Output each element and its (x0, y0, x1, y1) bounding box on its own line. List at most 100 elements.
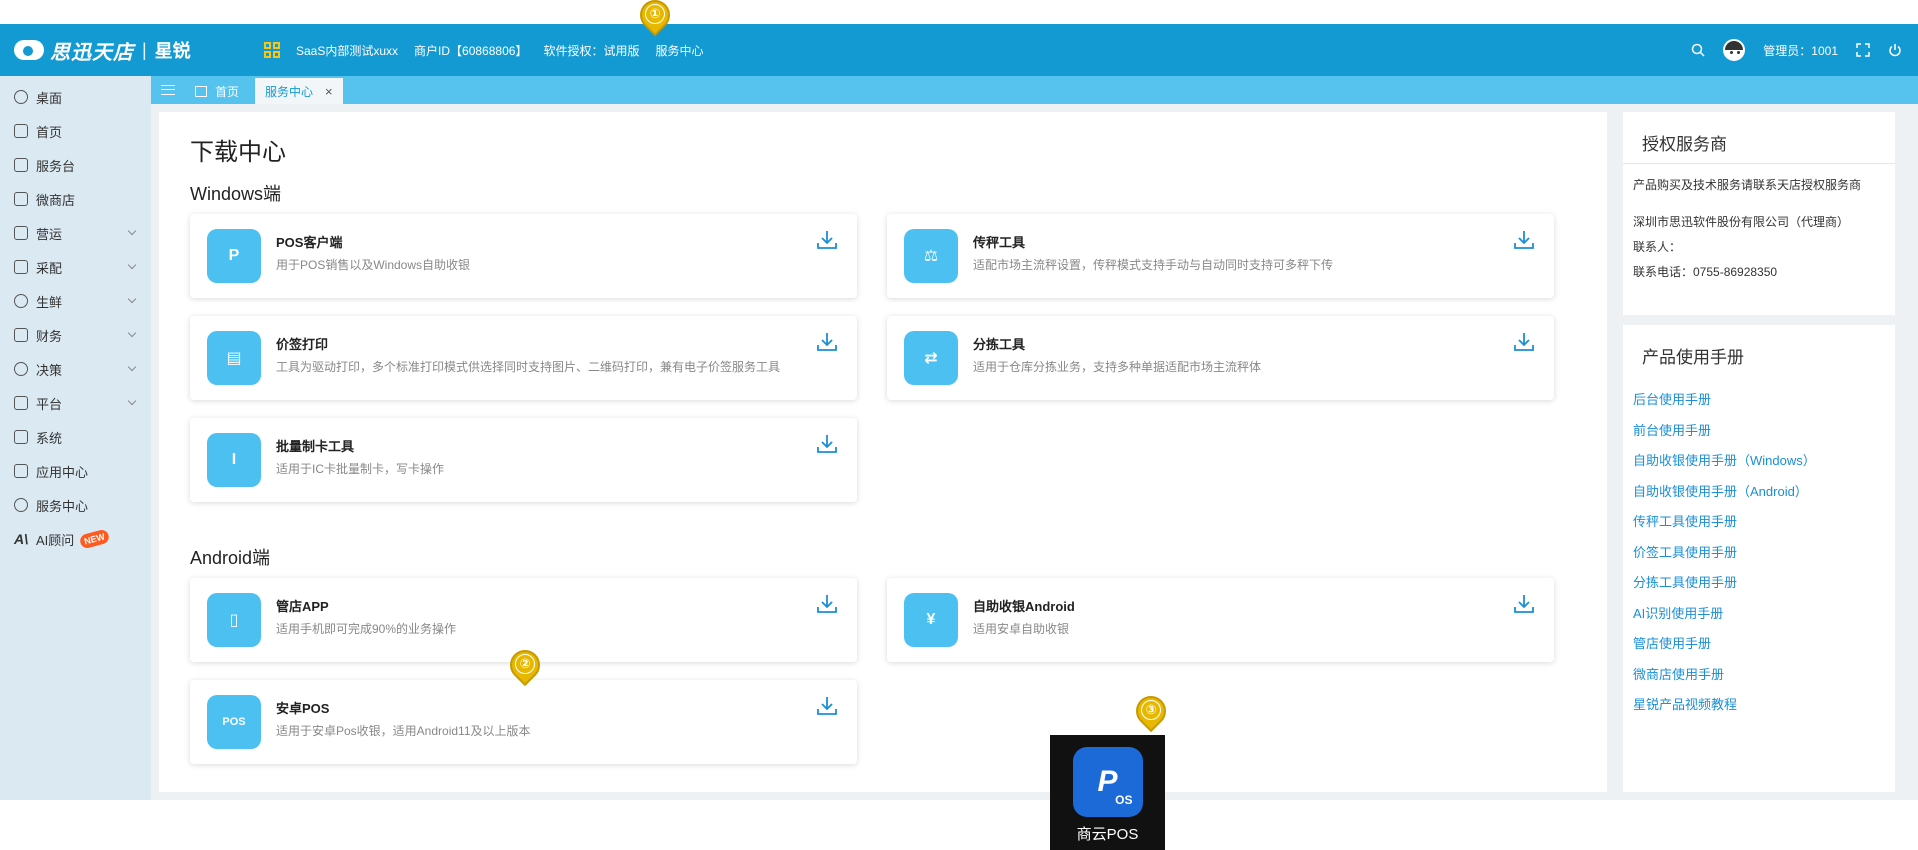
menu-toggle-icon[interactable] (151, 76, 185, 104)
license-type[interactable]: 软件授权：试用版 (543, 42, 639, 59)
apps-icon (14, 464, 28, 478)
sidebar-item-purchasing[interactable]: 采配 (0, 250, 151, 284)
sidebar-item-system[interactable]: 系统 (0, 420, 151, 454)
card-batch-card-tool[interactable]: I 批量制卡工具 适用于IC卡批量制卡，写卡操作 (190, 418, 857, 502)
store-icon (14, 192, 28, 206)
service-center-link[interactable]: 服务中心 (655, 42, 703, 59)
sidebar-item-platform[interactable]: 平台 (0, 386, 151, 420)
provider-phone: 联系电话：0755-86928350 (1633, 265, 1778, 279)
manual-link[interactable]: 微商店使用手册 (1623, 660, 1895, 691)
manual-title: 产品使用手册 (1642, 348, 1744, 367)
manual-link[interactable]: 传秤工具使用手册 (1623, 507, 1895, 538)
manual-link[interactable]: AI识别使用手册 (1623, 599, 1895, 630)
chevron-down-icon (127, 260, 137, 270)
tablet-icon: ▯ (207, 593, 261, 647)
tab-service-center[interactable]: 服务中心 × (255, 78, 343, 104)
desktop-shortcut-label: 商云POS (1076, 826, 1139, 843)
admin-label[interactable]: 管理员：1001 (1763, 42, 1838, 59)
sidebar-item-ai-advisor[interactable]: A\ AI顾问 NEW (0, 522, 151, 556)
fullscreen-icon[interactable] (1856, 43, 1870, 57)
avatar[interactable] (1723, 39, 1746, 61)
pos-client-icon: P (207, 229, 261, 283)
download-icon[interactable] (815, 592, 839, 616)
new-badge: NEW (78, 528, 111, 550)
card-sorting-tool[interactable]: ⇄ 分拣工具 适用于仓库分拣业务，支持多种单据适配市场主流秤体 (887, 316, 1554, 400)
manual-link[interactable]: 管店使用手册 (1623, 629, 1895, 660)
cloud-pos-app-icon: P (1072, 747, 1143, 817)
sidebar-item-app-center[interactable]: 应用中心 (0, 454, 151, 488)
top-header: 思迅天店 | 星锐 SaaS内部测试xuxx 商户ID【60868806】 软件… (0, 24, 1918, 76)
manual-link[interactable]: 分拣工具使用手册 (1623, 568, 1895, 599)
cloud-logo-icon (14, 40, 44, 60)
desktop-icon (14, 90, 28, 104)
provider-company: 深圳市思迅软件股份有限公司（代理商） (1633, 215, 1850, 229)
sidebar-item-service-desk[interactable]: 服务台 (0, 148, 151, 182)
card-pos-client[interactable]: P POS客户端 用于POS销售以及Windows自助收银 (190, 214, 857, 298)
service-desk-icon (14, 158, 28, 172)
download-icon[interactable] (1512, 592, 1536, 616)
sidebar-item-finance[interactable]: 财务 (0, 318, 151, 352)
brand-logo[interactable]: 思迅天店 | 星锐 (14, 36, 224, 65)
sidebar: 桌面 首页 服务台 微商店 营运 采配 生鲜 财务 决策 平台 系统 应用中心 … (0, 76, 151, 800)
decision-icon (14, 362, 28, 376)
header-actions: 管理员：1001 (1691, 24, 1902, 76)
system-icon (14, 430, 28, 444)
search-icon[interactable] (1691, 43, 1705, 57)
card-label-print[interactable]: ▤ 价签打印 工具为驱动打印，多个标准打印模式供选择同时支持图片、二维码打印，兼… (190, 316, 857, 400)
manual-link[interactable]: 星锐产品视频教程 (1623, 690, 1895, 721)
manual-link[interactable]: 自助收银使用手册（Android） (1623, 477, 1895, 508)
operations-icon (14, 226, 28, 240)
tab-home[interactable]: 首页 (185, 78, 249, 104)
product-name: 星锐 (154, 41, 191, 61)
fresh-icon (14, 294, 28, 308)
authorized-provider-title: 授权服务商 (1623, 112, 1895, 164)
sidebar-item-desktop[interactable]: 桌面 (0, 80, 151, 114)
sidebar-item-micro-store[interactable]: 微商店 (0, 182, 151, 216)
finance-icon (14, 328, 28, 342)
download-icon[interactable] (815, 432, 839, 456)
home-icon (195, 85, 207, 97)
merchant-id: 商户ID【60868806】 (414, 43, 528, 58)
sidebar-item-home[interactable]: 首页 (0, 114, 151, 148)
download-icon[interactable] (1512, 330, 1536, 354)
scale-icon: ⚖ (904, 229, 958, 283)
label-print-icon: ▤ (207, 331, 261, 385)
platform-icon (14, 396, 28, 410)
provider-contact: 联系人： (1633, 240, 1682, 254)
manual-link[interactable]: 自助收银使用手册（Windows） (1623, 446, 1895, 477)
manual-link[interactable]: 前台使用手册 (1623, 416, 1895, 447)
annotation-marker-2: ② (503, 643, 547, 688)
card-scale-tool[interactable]: ⚖ 传秤工具 适配市场主流秤设置，传秤模式支持手动与自动同时支持可多秤下传 (887, 214, 1554, 298)
sidebar-item-fresh[interactable]: 生鲜 (0, 284, 151, 318)
annotation-marker-3: ③ (1129, 689, 1173, 734)
android-section-title: Android端 (190, 548, 271, 568)
sidebar-item-operations[interactable]: 营运 (0, 216, 151, 250)
manual-panel: 产品使用手册 后台使用手册 前台使用手册 自助收银使用手册（Windows） 自… (1623, 325, 1895, 792)
power-icon[interactable] (1888, 43, 1902, 57)
desktop-shortcut-cloud-pos[interactable]: P 商云POS (1050, 735, 1165, 850)
download-icon[interactable] (815, 330, 839, 354)
chevron-down-icon (127, 396, 137, 406)
manual-link[interactable]: 后台使用手册 (1623, 385, 1895, 416)
download-icon[interactable] (815, 228, 839, 252)
company-name: SaaS内部测试xuxx (296, 43, 399, 58)
sidebar-item-decision[interactable]: 决策 (0, 352, 151, 386)
page-title: 下载中心 (190, 139, 286, 166)
android-pos-icon: POS (207, 695, 261, 749)
brand-name: 思迅天店 (50, 41, 134, 64)
card-android-pos[interactable]: POS 安卓POS 适用于安卓Pos收银，适用Android11及以上版本 (190, 680, 857, 764)
self-checkout-icon: ¥ (904, 593, 958, 647)
authorized-provider-panel: 授权服务商 产品购买及技术服务请联系天店授权服务商 深圳市思迅软件股份有限公司（… (1623, 112, 1895, 315)
close-icon[interactable]: × (325, 84, 333, 99)
card-self-checkout-android[interactable]: ¥ 自助收银Android 适用安卓自助收银 (887, 578, 1554, 662)
ai-logo-icon: A\ (14, 531, 28, 547)
home-icon (14, 124, 28, 138)
cart-icon (14, 260, 28, 274)
provider-intro: 产品购买及技术服务请联系天店授权服务商 (1633, 178, 1862, 192)
manual-link[interactable]: 价签工具使用手册 (1623, 538, 1895, 569)
download-icon[interactable] (1512, 228, 1536, 252)
download-icon[interactable] (815, 694, 839, 718)
download-center-panel: 下载中心 Windows端 P POS客户端 用于POS销售以及Windows自… (159, 112, 1607, 792)
sidebar-item-service-center[interactable]: 服务中心 (0, 488, 151, 522)
grid-icon[interactable] (264, 42, 280, 58)
